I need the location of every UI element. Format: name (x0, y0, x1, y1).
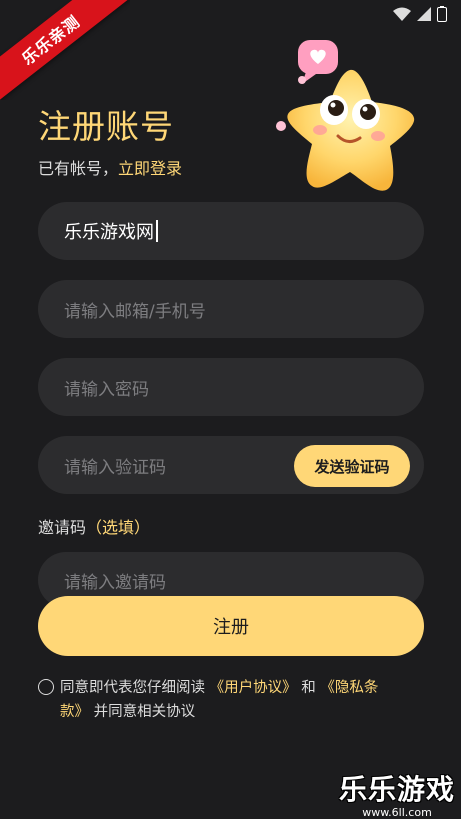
watermark: 乐乐游戏 www.6ll.com (339, 768, 455, 819)
watermark-title: 乐乐游戏 (338, 773, 455, 806)
invite-optional: （选填） (86, 518, 151, 537)
agreement-text-1: 同意即代表您仔细阅读 (60, 680, 205, 696)
ribbon-text: 乐乐亲测 (0, 0, 130, 100)
star-mascot-icon (276, 40, 415, 191)
password-placeholder: 请输入密码 (64, 379, 149, 400)
agreement-and: 和 (301, 680, 316, 696)
login-prompt: 已有帐号，立即登录 (38, 155, 182, 179)
account-placeholder: 请输入邮箱/手机号 (64, 301, 206, 322)
verification-code-input[interactable]: 请输入验证码 发送验证码 (38, 436, 424, 494)
code-placeholder: 请输入验证码 (64, 457, 166, 478)
corner-ribbon: 乐乐亲测 (0, 0, 130, 100)
text-caret (156, 220, 158, 242)
user-agreement-link[interactable]: 《用户协议》 (210, 680, 297, 696)
password-input[interactable]: 请输入密码 (38, 358, 424, 416)
signal-icon (417, 7, 431, 21)
agreement-text-2: 并同意相关协议 (93, 704, 196, 720)
login-link[interactable]: 立即登录 (118, 159, 182, 178)
username-input[interactable]: 乐乐游戏网 (38, 202, 424, 260)
battery-icon (437, 6, 447, 22)
page-title: 注册账号 (38, 107, 174, 146)
agreement-text: 同意即代表您仔细阅读 《用户协议》 和 《隐私条 款》 并同意相关协议 (38, 676, 418, 724)
account-input[interactable]: 请输入邮箱/手机号 (38, 280, 424, 338)
invite-placeholder: 请输入邀请码 (64, 572, 166, 593)
privacy-link-part2[interactable]: 款》 (60, 704, 89, 720)
wifi-icon (393, 7, 411, 21)
status-icons (393, 6, 447, 22)
privacy-link-part1[interactable]: 《隐私条 (320, 680, 378, 696)
agreement-radio[interactable] (38, 679, 54, 695)
invite-label-text: 邀请码 (38, 518, 87, 537)
send-code-button[interactable]: 发送验证码 (294, 445, 410, 487)
login-prefix: 已有帐号， (38, 159, 119, 178)
register-button[interactable]: 注册 (38, 596, 424, 656)
username-value: 乐乐游戏网 (64, 222, 154, 243)
invite-label: 邀请码（选填） (38, 514, 150, 538)
